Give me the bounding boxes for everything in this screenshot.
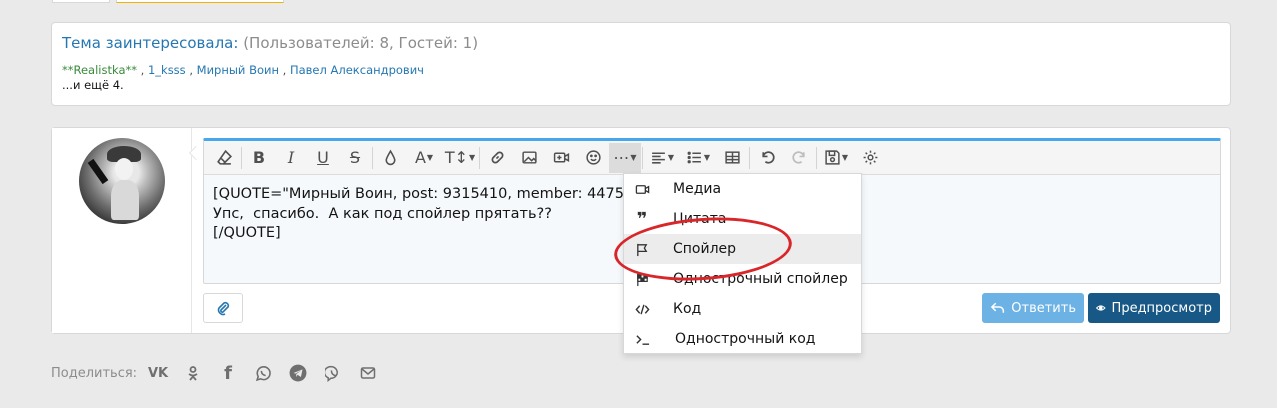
email-icon[interactable]: [357, 362, 379, 384]
underline-icon[interactable]: U: [307, 143, 339, 173]
menu-item-media[interactable]: Медиа: [624, 174, 861, 204]
viber-icon[interactable]: [322, 362, 344, 384]
reply-icon: [990, 302, 1005, 313]
facebook-icon[interactable]: f: [217, 362, 239, 384]
avatar-column: [52, 128, 192, 333]
viewers-more: ...и ещё 4.: [62, 78, 124, 92]
reply-button[interactable]: Ответить: [982, 293, 1084, 323]
vk-icon[interactable]: VK: [147, 362, 169, 384]
terminal-icon: [634, 331, 650, 347]
bold-icon[interactable]: B: [243, 143, 275, 173]
eraser-icon[interactable]: [208, 143, 240, 173]
eye-icon: [1096, 305, 1106, 311]
avatar[interactable]: [79, 138, 165, 224]
editor-toolbar: B I U S A ▼ T↕ ▼ ⋯ ▼ ▼ ▼ ▼: [204, 141, 1220, 175]
settings-icon[interactable]: [854, 143, 886, 173]
video-camera-icon: [634, 181, 650, 197]
undo-icon[interactable]: [751, 143, 783, 173]
paperclip-icon: [217, 301, 230, 316]
link-icon[interactable]: [481, 143, 513, 173]
viewers-count: (Пользователей: 8, Гостей: 1): [243, 34, 479, 52]
code-icon: [634, 301, 650, 317]
viewer-user[interactable]: **Realistka**: [62, 63, 137, 77]
flag-icon: [634, 241, 650, 257]
strike-icon[interactable]: S: [339, 143, 371, 173]
color-icon[interactable]: [374, 143, 406, 173]
menu-item-quote[interactable]: ❞ Цитата: [624, 204, 861, 234]
reply-button-label: Ответить: [1011, 300, 1076, 316]
redo-icon[interactable]: [783, 143, 815, 173]
more-icon[interactable]: ⋯ ▼: [609, 142, 641, 173]
text-height-icon[interactable]: T↕ ▼: [442, 143, 478, 173]
quote-icon: ❞: [636, 208, 648, 230]
align-icon[interactable]: ▼: [644, 143, 680, 173]
table-icon[interactable]: [716, 143, 748, 173]
menu-item-code[interactable]: Код: [624, 294, 861, 324]
viewer-user[interactable]: Мирный Воин: [197, 63, 279, 77]
italic-icon[interactable]: I: [275, 143, 307, 173]
share-label: Поделиться:: [51, 365, 138, 381]
preview-button[interactable]: Предпросмотр: [1088, 293, 1220, 323]
odnoklassniki-icon[interactable]: [182, 362, 204, 384]
viewer-user[interactable]: 1_ksss: [148, 63, 186, 77]
thread-viewers-block: Тема заинтересовала: (Пользователей: 8, …: [51, 22, 1231, 106]
checkered-flag-icon: [634, 271, 650, 287]
attach-files-button[interactable]: [203, 293, 243, 323]
font-size-icon[interactable]: A ▼: [406, 143, 442, 173]
telegram-icon[interactable]: [287, 362, 309, 384]
menu-item-inline-spoiler[interactable]: Однострочный спойлер: [624, 264, 861, 294]
drafts-icon[interactable]: ▼: [818, 143, 854, 173]
smilie-icon[interactable]: [577, 143, 609, 173]
viewers-list: **Realistka** , 1_ksss , Мирный Воин , П…: [62, 63, 424, 77]
video-icon[interactable]: [545, 143, 577, 173]
insert-more-dropdown: Медиа ❞ Цитата Спойлер Однострочный спой…: [623, 173, 862, 354]
menu-item-inline-code[interactable]: Однострочный код: [624, 324, 861, 354]
list-icon[interactable]: ▼: [680, 143, 716, 173]
share-row: Поделиться: VK f: [51, 362, 392, 384]
viewer-user[interactable]: Павел Александрович: [290, 63, 424, 77]
image-icon[interactable]: [513, 143, 545, 173]
preview-button-label: Предпросмотр: [1111, 300, 1212, 316]
viewers-title: Тема заинтересовала: (Пользователей: 8, …: [62, 33, 1220, 53]
menu-item-spoiler[interactable]: Спойлер: [624, 234, 861, 264]
viewers-title-link[interactable]: Тема заинтересовала:: [62, 34, 238, 52]
whatsapp-icon[interactable]: [252, 362, 274, 384]
